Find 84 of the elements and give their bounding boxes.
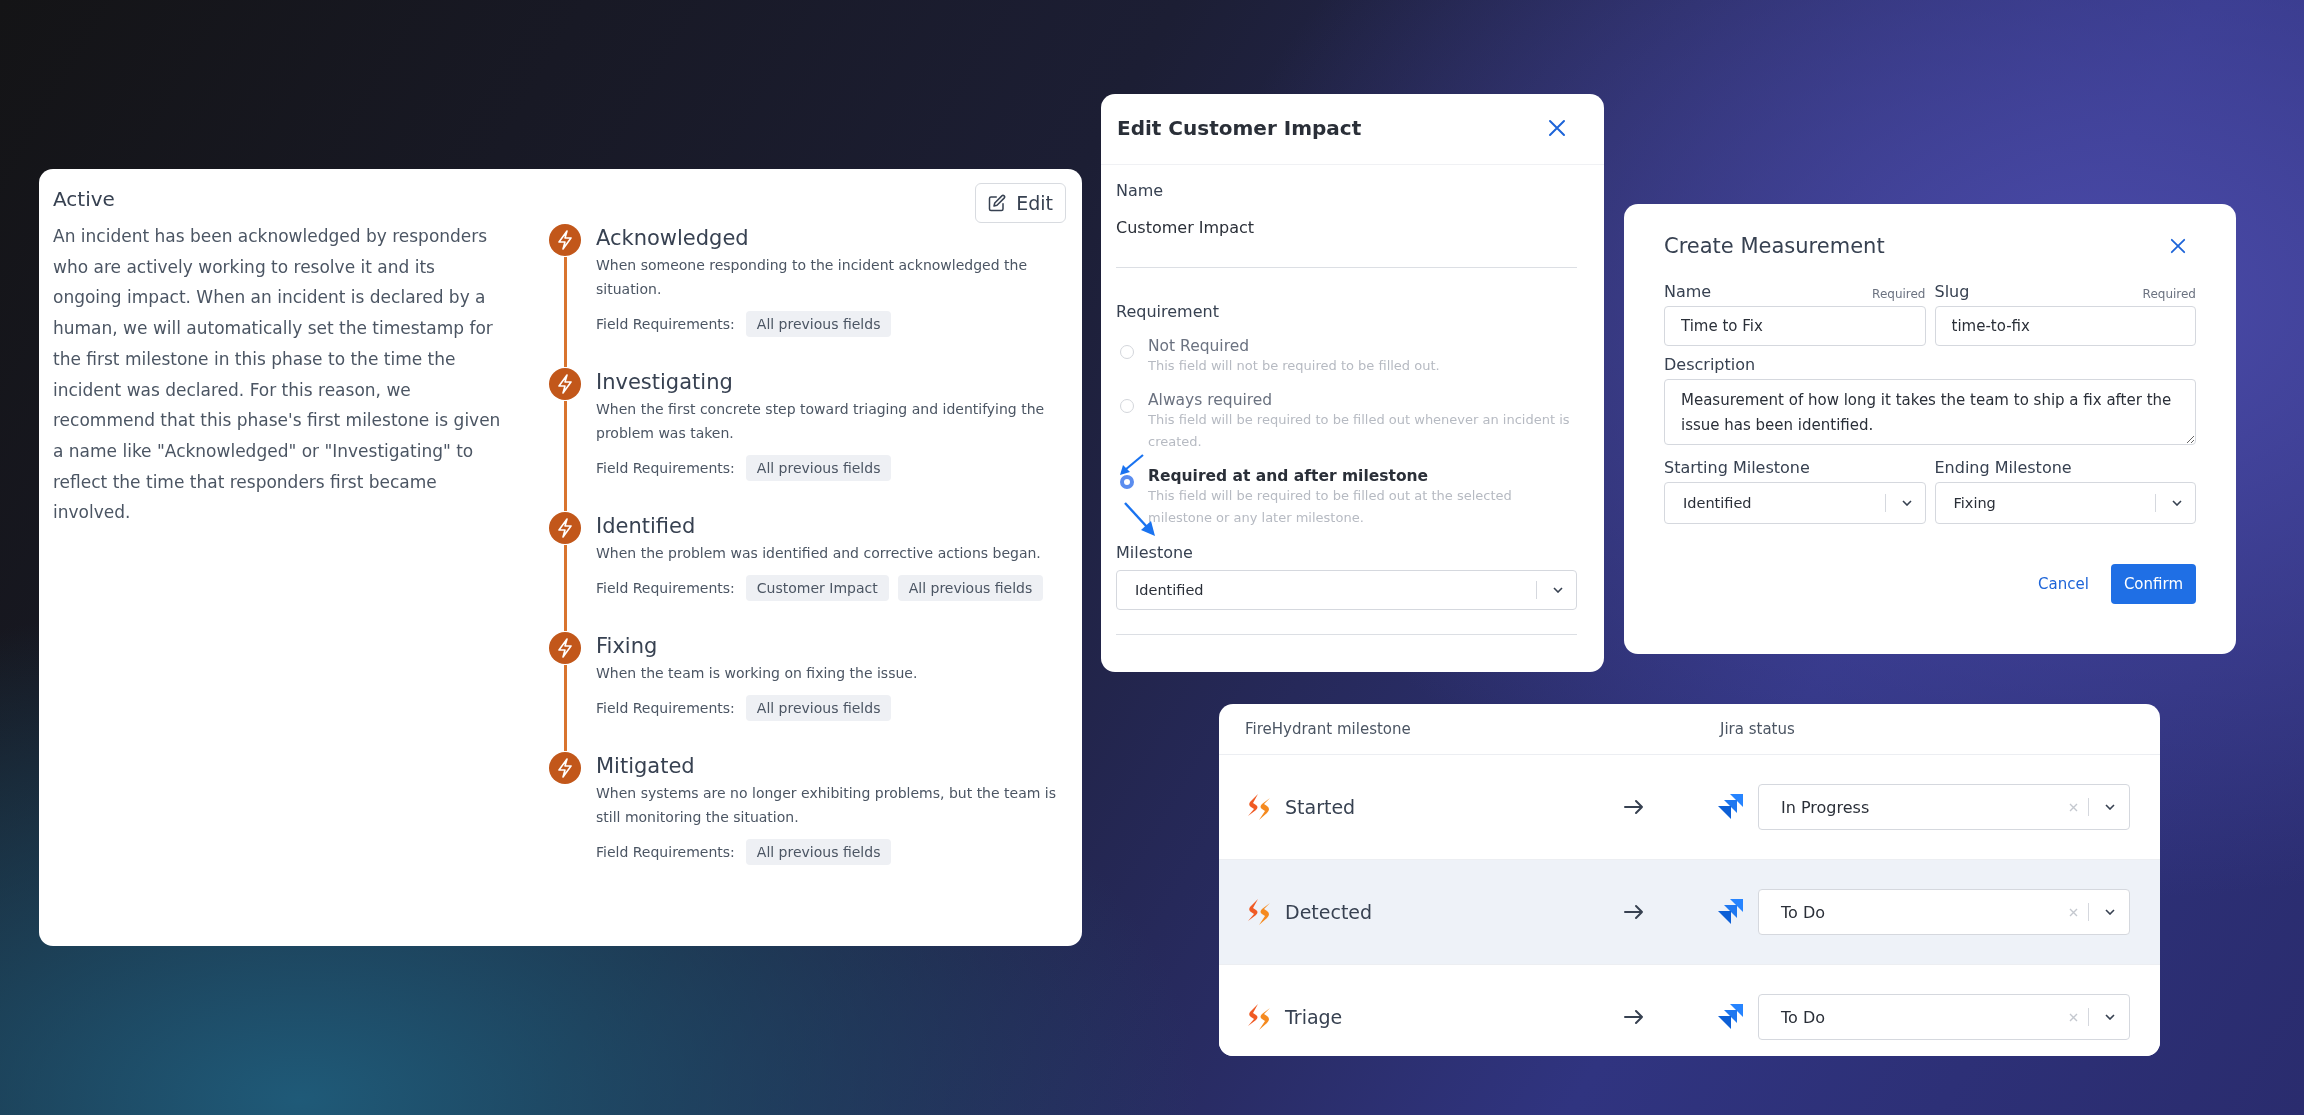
- field-label: Ending Milestone: [1934, 458, 2072, 477]
- requirement-tag: All previous fields: [745, 311, 892, 337]
- milestone-name: Investigating: [596, 369, 734, 396]
- field-label: Slug: [1934, 282, 1970, 301]
- requirement-tag: All previous fields: [745, 695, 892, 721]
- starting-milestone-select[interactable]: Identified: [1664, 482, 1926, 524]
- arrow-right-icon: [1624, 799, 1644, 815]
- milestone-description: When someone responding to the incident acknowledged the situation.: [596, 256, 1028, 299]
- milestone-name: Mitigated: [596, 753, 696, 780]
- milestone-name: Triage: [1285, 1006, 1343, 1028]
- confirm-button[interactable]: Confirm: [2110, 564, 2196, 604]
- field-requirements-label: Field Requirements:: [596, 700, 735, 716]
- arrow-right-icon: [1624, 1009, 1644, 1025]
- field-requirements-label: Field Requirements:: [596, 580, 735, 596]
- chevron-down-icon: [2105, 804, 2115, 810]
- name-input[interactable]: Time to Fix: [1664, 306, 1926, 346]
- column-header: Jira status: [1720, 720, 1795, 738]
- arrow-right-icon: [1624, 904, 1644, 920]
- requirement-tag: All previous fields: [897, 575, 1044, 601]
- required-hint: Required: [1872, 287, 1926, 301]
- close-icon[interactable]: [2170, 238, 2186, 254]
- ending-milestone-select[interactable]: Fixing: [1934, 482, 2196, 524]
- dialog-title: Create Measurement: [1664, 234, 1885, 258]
- requirement-tag: Customer Impact: [745, 575, 889, 601]
- status-select[interactable]: To Do: [1758, 889, 2130, 935]
- field-label: Requirement: [1116, 302, 1220, 321]
- lightning-icon: [548, 367, 582, 401]
- required-hint: Required: [2142, 287, 2196, 301]
- chevron-down-icon: [2105, 909, 2115, 915]
- lightning-icon: [548, 223, 582, 257]
- option-description: This field will not be required to be filled out.: [1148, 357, 1440, 375]
- clear-icon: [2069, 1012, 2078, 1022]
- jira-logo-icon: [1716, 793, 1744, 821]
- option-label: Required at and after milestone: [1148, 467, 1430, 485]
- option-label: Not Required: [1148, 337, 1251, 355]
- phase-title: Active: [53, 187, 116, 211]
- chevron-down-icon: [1901, 500, 1912, 506]
- milestone-name: Fixing: [596, 633, 659, 660]
- milestone-name: Started: [1285, 796, 1356, 818]
- requirement-tag: All previous fields: [745, 455, 892, 481]
- chevron-down-icon: [2172, 500, 2182, 506]
- clear-icon: [2069, 907, 2078, 917]
- chevron-down-icon: [2105, 1014, 2115, 1020]
- field-label: Starting Milestone: [1664, 458, 1810, 477]
- milestone-name: Detected: [1285, 901, 1373, 923]
- milestone-select[interactable]: Identified: [1116, 570, 1577, 610]
- radio-button[interactable]: [1120, 475, 1134, 489]
- edit-button[interactable]: Edit: [975, 183, 1066, 223]
- field-label: Name: [1116, 181, 1165, 200]
- field-label: Name: [1664, 282, 1712, 301]
- cancel-button[interactable]: Cancel: [2038, 575, 2089, 593]
- dialog-title: Edit Customer Impact: [1117, 116, 1362, 140]
- close-icon[interactable]: [1548, 119, 1566, 137]
- milestone-description: When the first concrete step toward triaging and identifying the problem was taken.: [596, 400, 1046, 443]
- column-header: FireHydrant milestone: [1244, 720, 1412, 738]
- description-textarea[interactable]: Measurement of how long it takes the team to ship a fix after the issue has been identified.: [1664, 379, 2196, 445]
- jira-logo-icon: [1716, 898, 1744, 926]
- slug-input[interactable]: time-to-fix: [1934, 306, 2196, 346]
- field-label: Description: [1664, 355, 1756, 374]
- requirement-tag: All previous fields: [745, 839, 892, 865]
- status-select[interactable]: To Do: [1758, 994, 2130, 1040]
- status-select[interactable]: In Progress: [1758, 784, 2130, 830]
- option-label: Always required: [1148, 391, 1274, 409]
- milestone-description: When the problem was identified and corrective actions began.: [596, 544, 1042, 563]
- field-requirements-label: Field Requirements:: [596, 460, 735, 476]
- milestone-name: Identified: [596, 513, 697, 540]
- milestone-name: Acknowledged: [596, 225, 750, 252]
- jira-logo-icon: [1716, 1003, 1744, 1031]
- lightning-icon: [548, 631, 582, 665]
- field-label: Milestone: [1116, 543, 1194, 562]
- milestone-description: When the team is working on fixing the issue.: [596, 664, 918, 683]
- field-requirements-label: Field Requirements:: [596, 844, 735, 860]
- field-requirements-label: Field Requirements:: [596, 316, 735, 332]
- edit-icon: [988, 194, 1007, 212]
- lightning-icon: [548, 751, 582, 785]
- option-description: This field will be required to be filled out at the selected milestone or any later milestone.: [1148, 487, 1513, 527]
- chevron-down-icon: [1553, 587, 1563, 593]
- field-value: Customer Impact: [1116, 218, 1256, 237]
- clear-icon: [2069, 802, 2078, 812]
- lightning-icon: [548, 511, 582, 545]
- option-description: This field will be required to be filled out whenever an incident is created.: [1148, 411, 1571, 451]
- annotation-arrow: [1119, 454, 1145, 478]
- phase-description: An incident has been acknowledged by responders who are actively working to resolve it and its ongoing impact. When an incident is declared by a human, we will automatically set the timestamp for the first milestone in this phase to the time the incident was declared. For this reason, we recommend that this phase's first milestone is given a name like "Acknowledged" or "Investigating" to reflect the time that responders first became involved.: [53, 225, 502, 525]
- milestone-description: When systems are no longer exhibiting problems, but the team is still monitoring the situation.: [596, 784, 1057, 827]
